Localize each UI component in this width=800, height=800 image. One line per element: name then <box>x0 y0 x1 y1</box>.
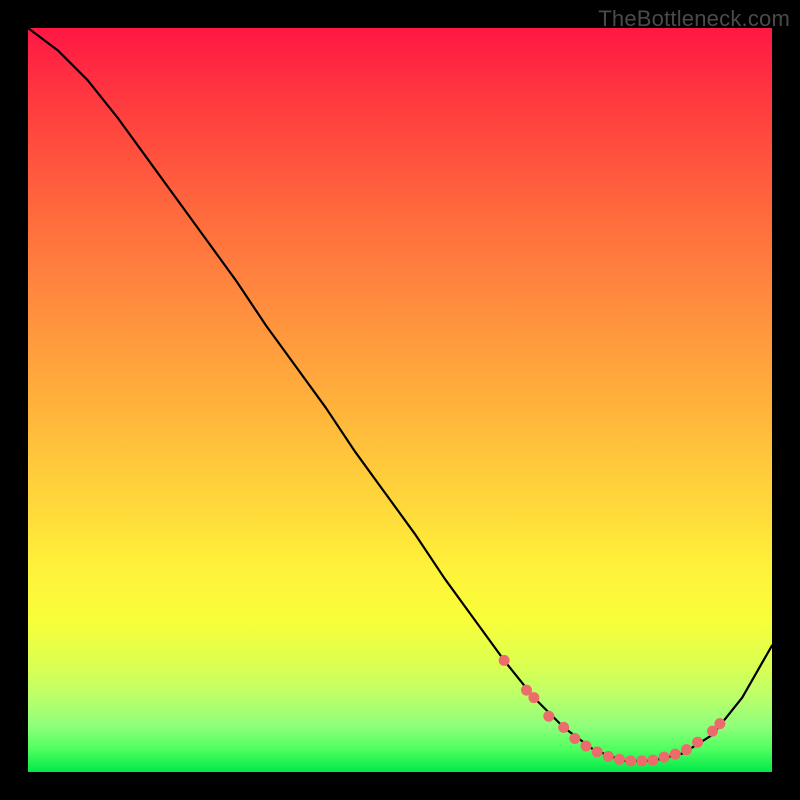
curve-marker <box>670 749 681 760</box>
curve-marker <box>499 655 510 666</box>
curve-marker <box>681 744 692 755</box>
curve-marker <box>636 755 647 766</box>
curve-marker <box>692 737 703 748</box>
curve-marker <box>581 740 592 751</box>
curve-marker <box>614 754 625 765</box>
chart-svg <box>28 28 772 772</box>
watermark-text: TheBottleneck.com <box>598 6 790 32</box>
curve-marker <box>569 733 580 744</box>
chart-frame: TheBottleneck.com <box>0 0 800 800</box>
curve-marker <box>714 718 725 729</box>
curve-marker <box>625 755 636 766</box>
curve-markers <box>499 655 726 766</box>
chart-plot-area <box>28 28 772 772</box>
bottleneck-curve <box>28 28 772 761</box>
curve-marker <box>603 751 614 762</box>
curve-marker <box>592 746 603 757</box>
curve-marker <box>528 692 539 703</box>
curve-marker <box>558 722 569 733</box>
curve-marker <box>543 711 554 722</box>
curve-marker <box>659 752 670 763</box>
curve-marker <box>647 755 658 766</box>
